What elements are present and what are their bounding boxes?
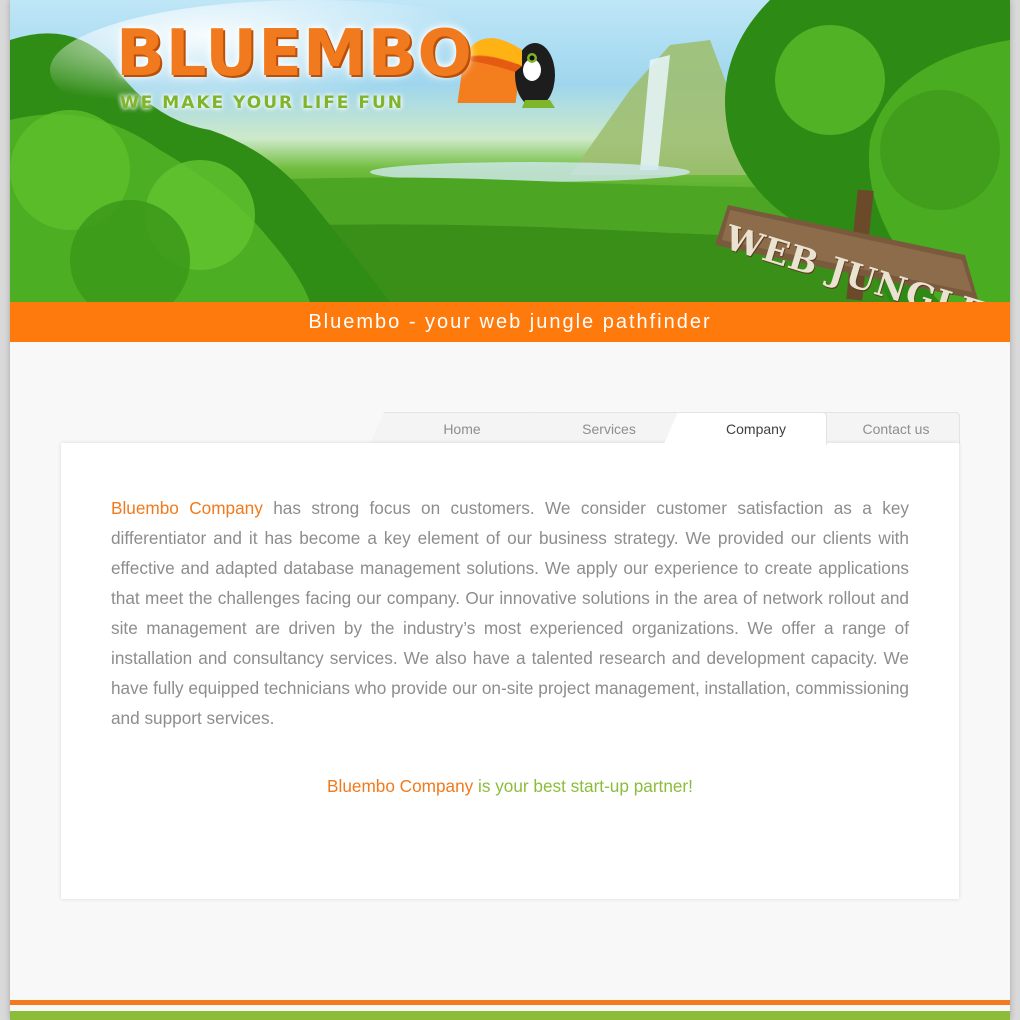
nav-tabs: Home Services Company Contact us: [370, 412, 960, 445]
page: BLUEMBO WE MAKE YOUR LIFE FUN WEB JUNGLE…: [10, 0, 1010, 1020]
tab-label: Services: [582, 420, 636, 437]
tab-label: Home: [443, 420, 481, 437]
paragraph-text: has strong focus on customers. We consid…: [111, 498, 910, 728]
tab-home[interactable]: Home: [370, 412, 533, 444]
tab-label: Company: [726, 421, 786, 437]
tab-services[interactable]: Services: [517, 412, 680, 444]
brand-logo[interactable]: BLUEMBO: [116, 22, 473, 86]
company-paragraph: Bluembo Company has strong focus on cust…: [111, 493, 909, 733]
header-banner: BLUEMBO WE MAKE YOUR LIFE FUN WEB JUNGLE: [10, 0, 1010, 302]
footer-green-stripe: [10, 1011, 1010, 1020]
tab-company[interactable]: Company: [664, 412, 827, 445]
slogan-text: Bluembo - your web jungle pathfinder: [308, 310, 712, 333]
tagline-text: is your best start-up partner!: [478, 776, 693, 796]
brand-tagline: WE MAKE YOUR LIFE FUN: [120, 93, 404, 113]
tagline-company-name: Bluembo Company: [327, 776, 474, 796]
partner-tagline: Bluembo Company is your best start-up pa…: [61, 774, 959, 798]
tab-contact-us[interactable]: Contact us: [811, 412, 960, 444]
tab-label: Contact us: [862, 420, 930, 437]
footer-orange-stripe: [10, 1000, 1010, 1005]
slogan-bar: Bluembo - your web jungle pathfinder: [10, 302, 1010, 342]
company-name: Bluembo Company: [111, 498, 263, 518]
content-card: Bluembo Company has strong focus on cust…: [61, 443, 959, 899]
